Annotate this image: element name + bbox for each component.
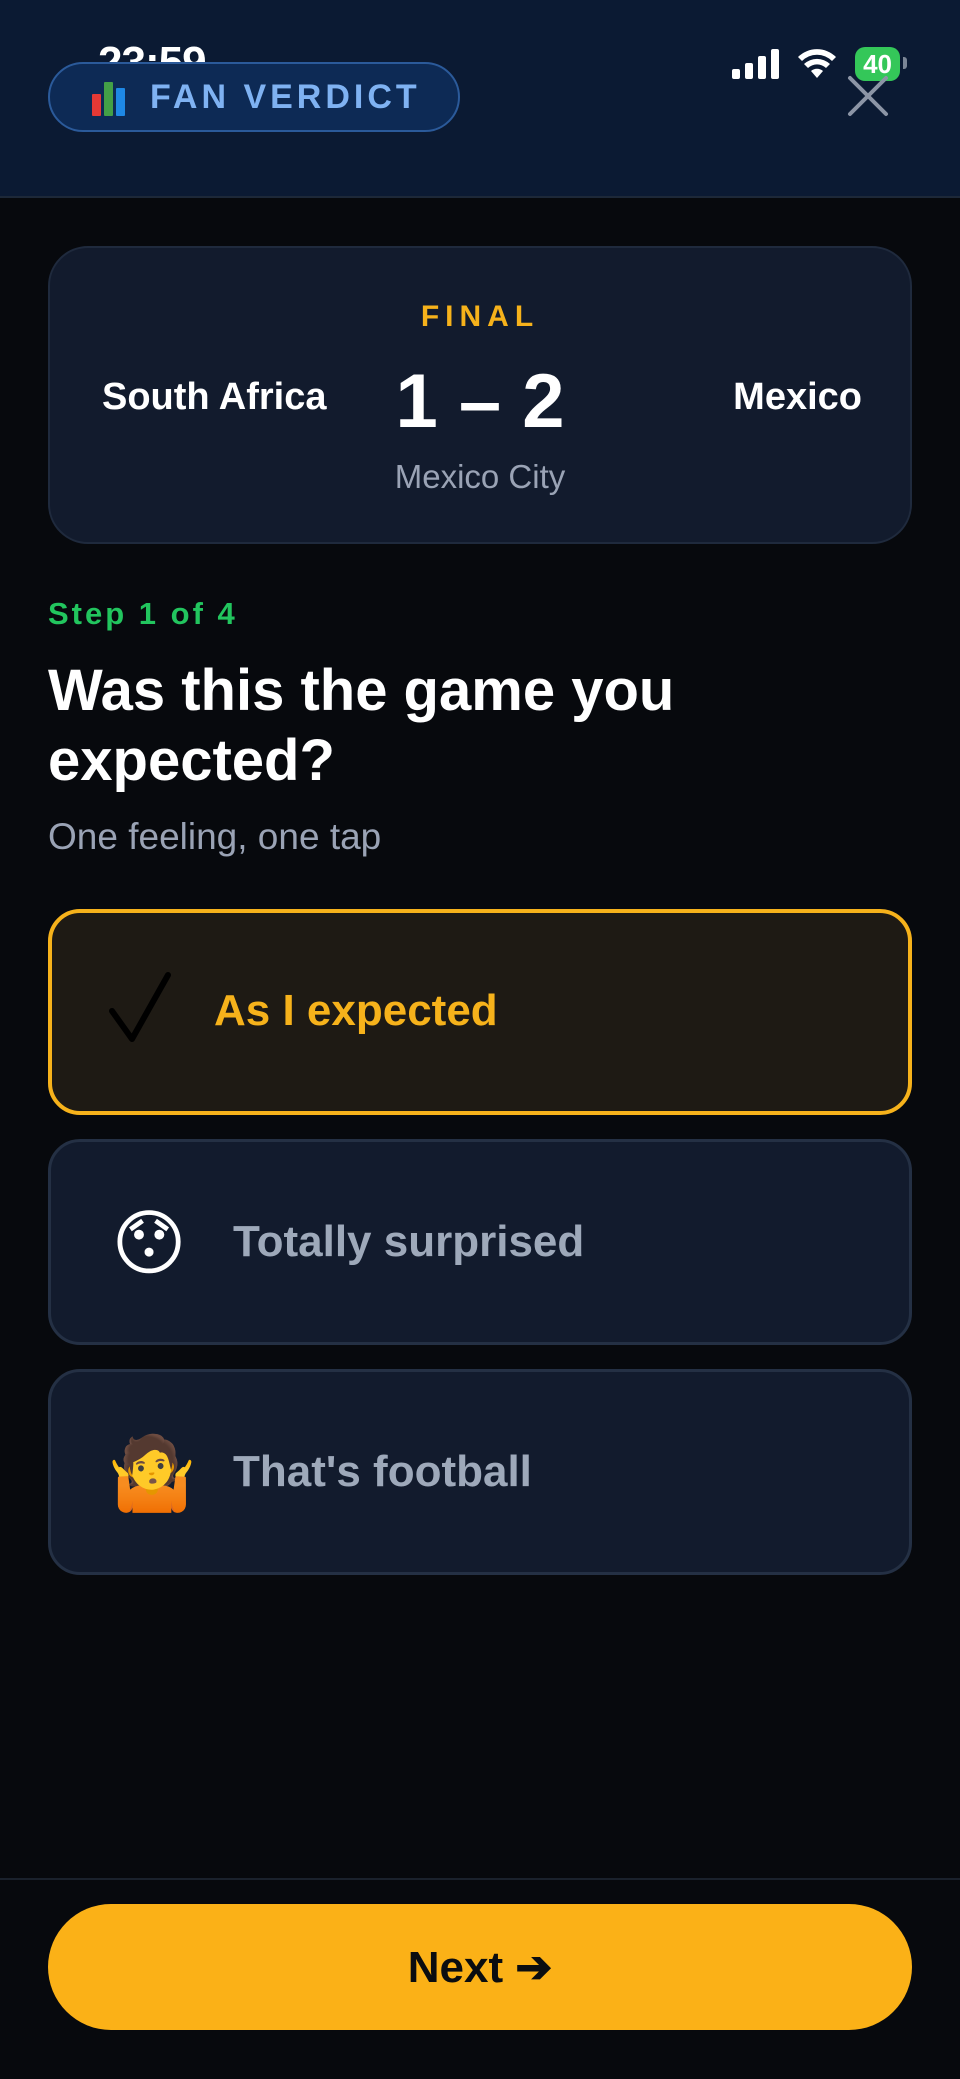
match-venue: Mexico City <box>394 458 566 495</box>
wifi-icon <box>798 49 837 78</box>
question-subtitle: One feeling, one tap <box>48 816 382 857</box>
footer-divider <box>0 1878 960 1880</box>
app-header: 23:59 40 FAN VERDICT <box>0 0 960 198</box>
cellular-signal-icon <box>732 49 780 79</box>
fan-verdict-badge: FAN VERDICT <box>48 62 460 132</box>
next-button[interactable]: Next ➔ <box>48 1904 912 2030</box>
away-team: Mexico <box>733 376 862 418</box>
close-icon[interactable] <box>842 70 894 122</box>
match-status: FINAL <box>420 300 540 333</box>
option-as-expected[interactable]: As I expected <box>48 909 912 1115</box>
option-label: That's football <box>233 1447 532 1496</box>
option-label: Totally surprised <box>233 1217 585 1266</box>
option-thats-football[interactable]: 🤷 That's football <box>48 1369 912 1575</box>
option-label: As I expected <box>214 986 498 1035</box>
badge-label: FAN VERDICT <box>150 78 421 116</box>
shrug-icon: 🤷 <box>107 1434 197 1514</box>
surprised-face-icon: 😯 <box>111 1204 187 1284</box>
match-score-card: FINAL South Africa 1 – 2 Mexico Mexico C… <box>48 246 912 544</box>
bar-chart-icon <box>92 76 128 116</box>
question-title: Was this the game you expected? <box>48 658 675 793</box>
step-indicator: Step 1 of 4 <box>48 596 238 631</box>
checkmark-icon <box>109 972 171 1042</box>
option-totally-surprised[interactable]: 😯 Totally surprised <box>48 1139 912 1345</box>
